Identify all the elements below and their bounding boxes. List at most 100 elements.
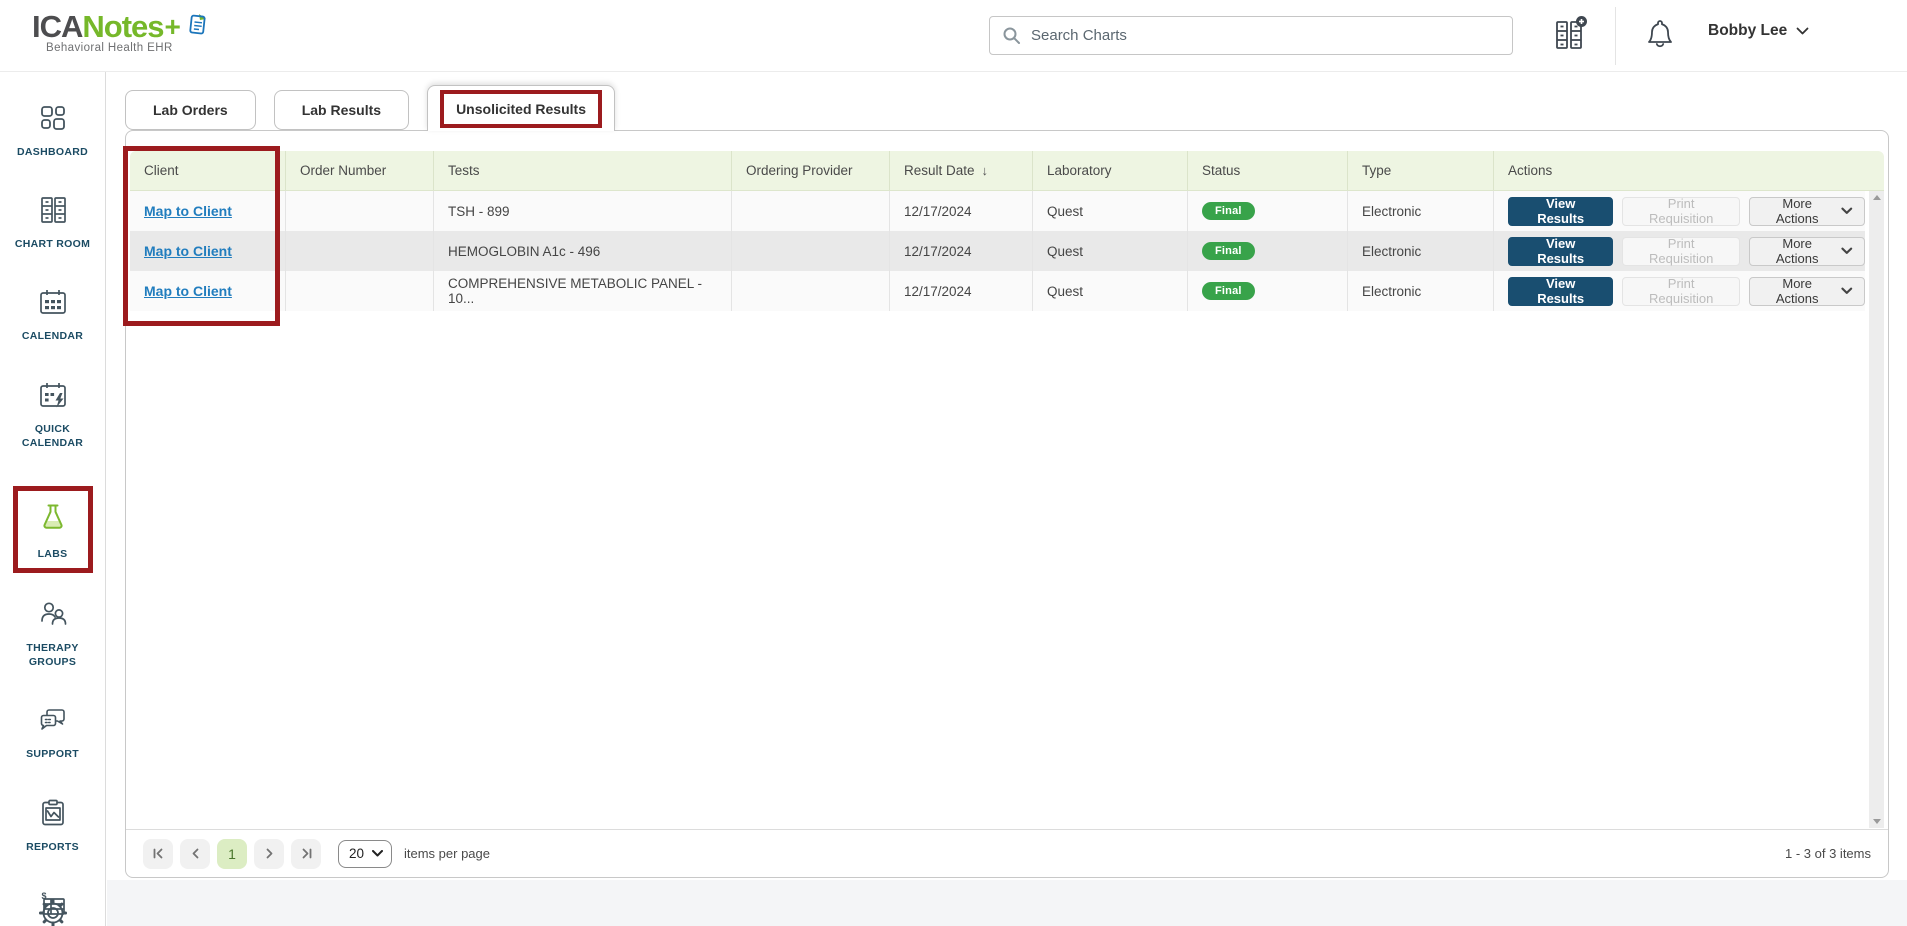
cell-type: Electronic [1347, 231, 1493, 271]
sidebar-item-dashboard[interactable]: DASHBOARD [0, 103, 105, 159]
header-divider [1615, 7, 1616, 65]
calendar-icon [38, 287, 68, 322]
notifications-button[interactable] [1644, 17, 1676, 56]
tab-lab-results[interactable]: Lab Results [274, 90, 409, 130]
column-header-order-number[interactable]: Order Number [285, 151, 433, 190]
cell-result-date: 12/17/2024 [889, 191, 1032, 231]
cell-type: Electronic [1347, 271, 1493, 311]
search-charts-box[interactable] [989, 16, 1513, 55]
cell-status: Final [1187, 231, 1347, 271]
sidebar-item-chart-room[interactable]: CHART ROOM [0, 195, 105, 251]
print-requisition-button[interactable]: Print Requisition [1622, 277, 1740, 306]
cell-tests: COMPREHENSIVE METABOLIC PANEL - 10... [433, 271, 731, 311]
logo-plus: + [165, 11, 181, 43]
view-results-button[interactable]: View Results [1508, 237, 1613, 266]
column-header-type[interactable]: Type [1347, 151, 1493, 190]
cell-status: Final [1187, 191, 1347, 231]
last-page-icon [300, 847, 313, 860]
logo-text-main: ICA [32, 9, 82, 45]
tab-lab-orders[interactable]: Lab Orders [125, 90, 256, 130]
sidebar-item-settings[interactable] [0, 896, 105, 926]
items-per-page-label: items per page [404, 846, 490, 861]
last-page-button[interactable] [291, 839, 321, 869]
scroll-down-icon[interactable] [1873, 819, 1881, 824]
gear-icon [36, 896, 70, 926]
more-actions-button[interactable]: More Actions [1749, 237, 1865, 266]
column-header-status[interactable]: Status [1187, 151, 1347, 190]
sidebar-item-label: SUPPORT [7, 747, 99, 761]
annotation-box-unsolicited-tab: Unsolicited Results [440, 90, 602, 128]
lab-tabs: Lab Orders Lab Results Unsolicited Resul… [125, 84, 615, 130]
print-requisition-button[interactable]: Print Requisition [1622, 197, 1740, 226]
first-page-button[interactable] [143, 839, 173, 869]
column-header-laboratory[interactable]: Laboratory [1032, 151, 1187, 190]
next-page-button[interactable] [254, 839, 284, 869]
sidebar-item-calendar[interactable]: CALENDAR [0, 287, 105, 343]
logo-tagline: Behavioral Health EHR [46, 42, 209, 54]
search-input[interactable] [1031, 27, 1500, 44]
column-header-result-date[interactable]: Result Date ↓ [889, 151, 1032, 190]
chevron-down-icon [372, 850, 383, 857]
cell-order-number [285, 231, 433, 271]
sidebar-item-quick-calendar[interactable]: QUICK CALENDAR [0, 380, 105, 450]
cell-type: Electronic [1347, 191, 1493, 231]
scroll-up-icon[interactable] [1873, 195, 1881, 200]
page-number-button[interactable]: 1 [217, 839, 247, 869]
status-badge: Final [1202, 282, 1255, 300]
dashboard-icon [38, 103, 68, 138]
more-actions-button[interactable]: More Actions [1749, 197, 1865, 226]
cell-result-date: 12/17/2024 [889, 271, 1032, 311]
icanotes-logo[interactable]: ICANotes+ Behavioral Health EHR [32, 9, 209, 54]
report-clipboard-icon [38, 798, 68, 833]
sidebar-item-label: QUICK CALENDAR [7, 422, 99, 450]
column-header-ordering-provider[interactable]: Ordering Provider [731, 151, 889, 190]
cell-actions: View Results Print Requisition More Acti… [1493, 231, 1865, 271]
column-header-client[interactable]: Client [130, 151, 285, 190]
unsolicited-results-panel: Client Order Number Tests Ordering Provi… [125, 130, 1889, 878]
first-page-icon [152, 847, 165, 860]
tab-unsolicited-results[interactable]: Unsolicited Results [427, 85, 615, 131]
sidebar-item-labs[interactable]: LABS [18, 501, 88, 561]
annotation-box-labs: LABS [13, 486, 93, 573]
sidebar-item-label: CALENDAR [7, 329, 99, 343]
cell-result-date: 12/17/2024 [889, 231, 1032, 271]
map-to-client-link[interactable]: Map to Client [144, 243, 232, 259]
cell-actions: View Results Print Requisition More Acti… [1493, 191, 1865, 231]
map-to-client-link[interactable]: Map to Client [144, 203, 232, 219]
tab-label: Lab Orders [153, 102, 228, 118]
view-results-button[interactable]: View Results [1508, 197, 1613, 226]
cell-tests: HEMOGLOBIN A1c - 496 [433, 231, 731, 271]
view-results-button[interactable]: View Results [1508, 277, 1613, 306]
logo-text-accent: Notes [82, 9, 163, 45]
results-table: Client Order Number Tests Ordering Provi… [130, 151, 1884, 311]
chevron-down-icon [1796, 22, 1809, 40]
print-requisition-button[interactable]: Print Requisition [1622, 237, 1740, 266]
chat-bubbles-icon [38, 705, 68, 740]
table-body: Map to Client TSH - 899 12/17/2024 Quest… [130, 191, 1884, 311]
items-range-label: 1 - 3 of 3 items [1785, 846, 1871, 861]
chevron-down-icon [1841, 247, 1853, 255]
previous-page-button[interactable] [180, 839, 210, 869]
quick-calendar-icon [38, 380, 68, 415]
people-icon [38, 599, 68, 634]
cell-status: Final [1187, 271, 1347, 311]
cell-tests: TSH - 899 [433, 191, 731, 231]
column-header-tests[interactable]: Tests [433, 151, 731, 190]
sidebar-item-label: CHART ROOM [7, 237, 99, 251]
sidebar-item-label: REPORTS [7, 840, 99, 854]
table-row: Map to Client COMPREHENSIVE METABOLIC PA… [130, 271, 1865, 311]
sidebar-item-therapy-groups[interactable]: THERAPY GROUPS [0, 599, 105, 669]
sidebar-item-support[interactable]: SUPPORT [0, 705, 105, 761]
column-header-actions: Actions [1493, 151, 1884, 190]
sidebar-item-reports[interactable]: REPORTS [0, 798, 105, 854]
sort-descending-icon: ↓ [982, 163, 989, 178]
page-size-select[interactable]: 20 [338, 840, 392, 868]
cell-ordering-provider [731, 231, 889, 271]
map-to-client-link[interactable]: Map to Client [144, 283, 232, 299]
more-actions-button[interactable]: More Actions [1749, 277, 1865, 306]
table-scrollbar[interactable] [1869, 191, 1884, 828]
cell-laboratory: Quest [1032, 231, 1187, 271]
chart-room-quick-button[interactable] [1552, 15, 1590, 60]
flask-icon [36, 501, 70, 540]
user-menu[interactable]: Bobby Lee [1708, 22, 1809, 40]
